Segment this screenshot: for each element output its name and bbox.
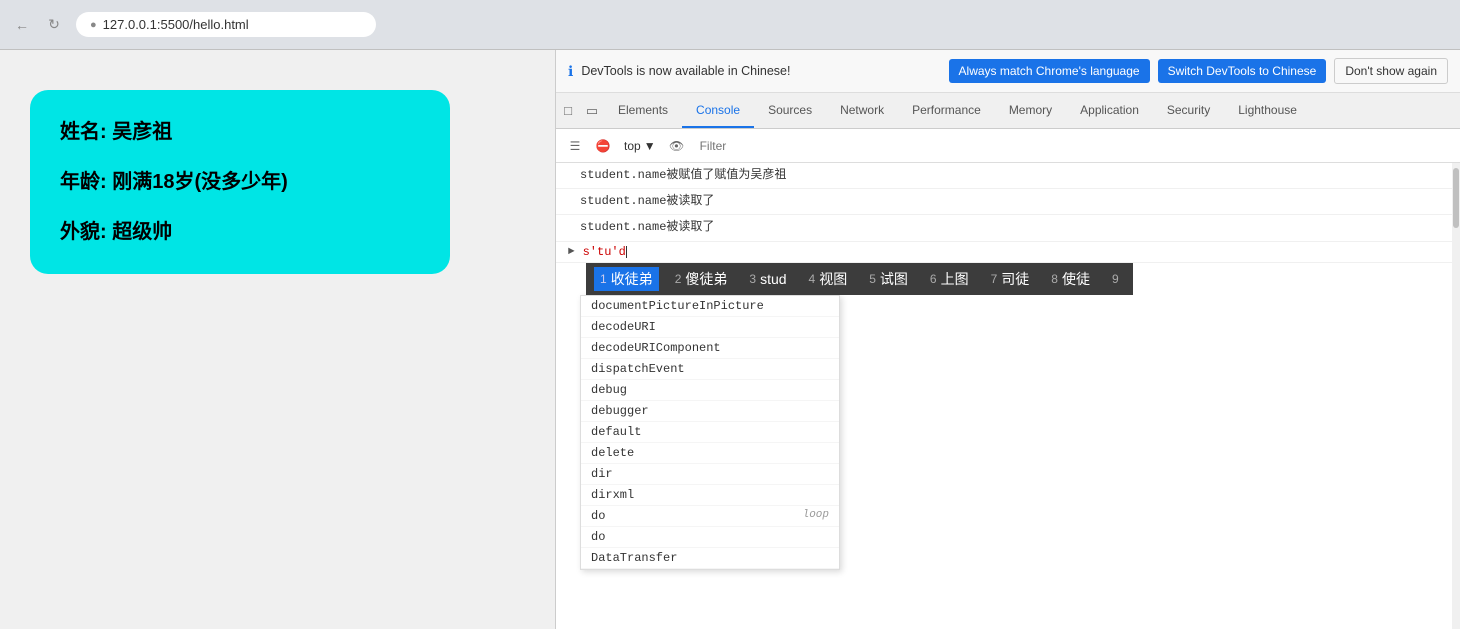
text-cursor — [626, 246, 627, 258]
main-content: 姓名: 吴彦祖 年龄: 刚满18岁(没多少年) 外貌: 超级帅 ℹ DevToo… — [0, 50, 1460, 629]
back-button[interactable]: ← — [12, 15, 32, 35]
ime-item-7[interactable]: 7 司徒 — [985, 267, 1036, 291]
input-line[interactable]: ► s'tu'd — [556, 242, 1460, 263]
notification-bar: ℹ DevTools is now available in Chinese! … — [556, 50, 1460, 93]
info-icon: ℹ — [568, 63, 573, 80]
ime-item-1[interactable]: 1 收徒弟 — [594, 267, 659, 291]
looks-label: 外貌: 超级帅 — [60, 218, 420, 246]
ime-item-5[interactable]: 5 试图 — [863, 267, 914, 291]
url-text: 127.0.0.1:5500/hello.html — [103, 17, 249, 32]
tab-performance[interactable]: Performance — [898, 93, 995, 128]
ac-item-default[interactable]: default — [581, 422, 839, 443]
console-line-1: student.name被赋值了赋值为吴彦祖 — [556, 163, 1460, 189]
context-value: top — [624, 139, 641, 153]
tab-network[interactable]: Network — [826, 93, 898, 128]
ac-item-decodeURIComponent[interactable]: decodeURIComponent — [581, 338, 839, 359]
device-toggle-icon[interactable]: ▭ — [580, 93, 604, 128]
lock-icon: ● — [90, 19, 97, 31]
tab-elements[interactable]: Elements — [604, 93, 682, 128]
autocomplete-dropdown: documentPictureInPicture decodeURI decod… — [580, 295, 840, 570]
always-match-button[interactable]: Always match Chrome's language — [949, 59, 1150, 83]
devtools-tabs: □ ▭ Elements Console Sources Network Per… — [556, 93, 1460, 129]
ac-item-dir[interactable]: dir — [581, 464, 839, 485]
tab-application[interactable]: Application — [1066, 93, 1153, 128]
notification-text: DevTools is now available in Chinese! — [581, 64, 940, 78]
scrollbar-thumb[interactable] — [1453, 168, 1459, 228]
tab-security[interactable]: Security — [1153, 93, 1224, 128]
page-area: 姓名: 吴彦祖 年龄: 刚满18岁(没多少年) 外貌: 超级帅 — [0, 50, 555, 629]
devtools-panel: ℹ DevTools is now available in Chinese! … — [555, 50, 1460, 629]
reload-button[interactable]: ↻ — [44, 15, 64, 35]
ime-item-8[interactable]: 8 使徒 — [1045, 267, 1096, 291]
ac-item-do[interactable]: do — [581, 527, 839, 548]
ac-item-documentPicture[interactable]: documentPictureInPicture — [581, 296, 839, 317]
name-label: 姓名: 吴彦祖 — [60, 118, 420, 146]
console-input-area[interactable]: ► s'tu'd 1 收徒弟 2 傻徒弟 3 s — [556, 242, 1460, 263]
input-text: s'tu'd — [583, 245, 626, 259]
filter-input[interactable] — [694, 137, 1452, 155]
inspect-mode-icon[interactable]: □ — [556, 93, 580, 128]
info-card: 姓名: 吴彦祖 年龄: 刚满18岁(没多少年) 外貌: 超级帅 — [30, 90, 450, 274]
console-output: student.name被赋值了赋值为吴彦祖 student.name被读取了 … — [556, 163, 1460, 629]
ac-item-do-loop[interactable]: do loop — [581, 506, 839, 527]
clear-console-icon[interactable]: ⛔ — [592, 135, 614, 157]
dropdown-arrow-icon: ▼ — [644, 139, 656, 153]
ac-item-dispatchEvent[interactable]: dispatchEvent — [581, 359, 839, 380]
tab-lighthouse[interactable]: Lighthouse — [1224, 93, 1311, 128]
ac-item-debugger[interactable]: debugger — [581, 401, 839, 422]
ac-item-delete[interactable]: delete — [581, 443, 839, 464]
ime-item-3[interactable]: 3 stud — [743, 269, 792, 289]
address-bar[interactable]: ● 127.0.0.1:5500/hello.html — [76, 12, 376, 37]
ime-item-4[interactable]: 4 视图 — [803, 267, 854, 291]
console-line-3: student.name被读取了 — [556, 215, 1460, 241]
tab-memory[interactable]: Memory — [995, 93, 1066, 128]
scrollbar-track[interactable] — [1452, 163, 1460, 629]
eye-icon[interactable]: 👁 — [666, 135, 688, 157]
switch-devtools-button[interactable]: Switch DevTools to Chinese — [1158, 59, 1327, 83]
ime-item-9[interactable]: 9 — [1106, 270, 1125, 288]
browser-bar: ← ↻ ● 127.0.0.1:5500/hello.html — [0, 0, 1460, 50]
console-line-2: student.name被读取了 — [556, 189, 1460, 215]
ime-item-2[interactable]: 2 傻徒弟 — [669, 267, 734, 291]
input-chevron: ► — [568, 246, 575, 258]
tab-console[interactable]: Console — [682, 93, 754, 128]
sidebar-toggle-icon[interactable]: ☰ — [564, 135, 586, 157]
dont-show-again-button[interactable]: Don't show again — [1334, 58, 1448, 84]
age-label: 年龄: 刚满18岁(没多少年) — [60, 168, 420, 196]
context-selector[interactable]: top ▼ — [620, 137, 660, 155]
ime-item-6[interactable]: 6 上图 — [924, 267, 975, 291]
tab-sources[interactable]: Sources — [754, 93, 826, 128]
ac-item-DataTransfer[interactable]: DataTransfer — [581, 548, 839, 569]
console-toolbar: ☰ ⛔ top ▼ 👁 — [556, 129, 1460, 163]
ac-item-dirxml[interactable]: dirxml — [581, 485, 839, 506]
ime-suggestion-bar: 1 收徒弟 2 傻徒弟 3 stud 4 视图 — [586, 263, 1133, 295]
ac-item-debug[interactable]: debug — [581, 380, 839, 401]
ac-item-decodeURI[interactable]: decodeURI — [581, 317, 839, 338]
